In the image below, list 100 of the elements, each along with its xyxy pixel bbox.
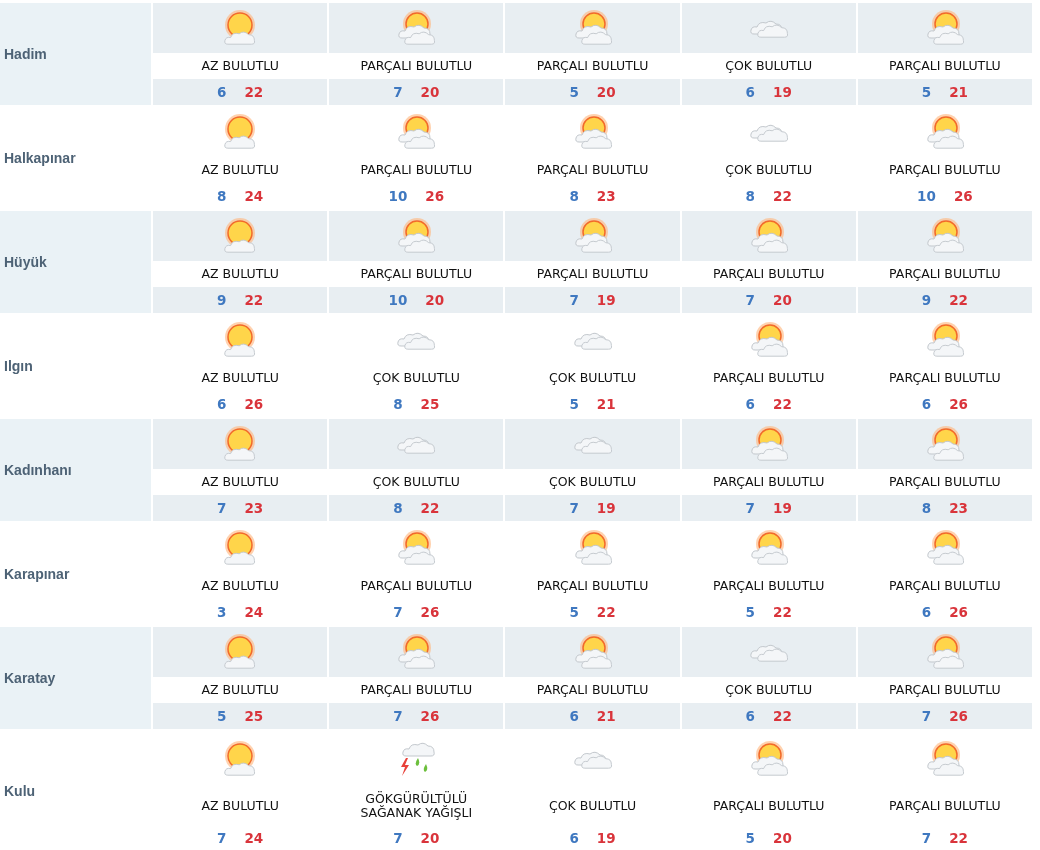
sun-cloud-icon: [924, 741, 965, 777]
high-temperature: 20: [420, 84, 440, 100]
high-temperature: 23: [596, 188, 616, 204]
low-temperature: 10: [388, 188, 408, 204]
high-temperature: 26: [420, 604, 440, 620]
weather-condition: AZ BULUTLU: [200, 163, 280, 177]
weather-condition: AZ BULUTLU: [200, 371, 280, 385]
weather-condition: PARÇALI BULUTLU: [535, 163, 650, 177]
weather-condition: PARÇALI BULUTLU: [888, 163, 1002, 177]
high-temperature: 24: [244, 188, 264, 204]
high-temperature: 21: [596, 708, 616, 724]
high-temperature: 24: [244, 830, 264, 846]
high-temperature: 19: [596, 500, 616, 516]
weather-condition: PARÇALI BULUTLU: [535, 59, 650, 73]
weather-condition: PARÇALI BULUTLU: [888, 371, 1002, 385]
low-temperature: 7: [393, 708, 403, 724]
weather-condition: PARÇALI BULUTLU: [888, 267, 1002, 281]
sun-cloud-icon: [396, 10, 437, 46]
low-temperature: 5: [217, 708, 227, 724]
high-temperature: 22: [244, 292, 264, 308]
city-name: Ilgın: [3, 358, 33, 374]
low-temperature: 7: [921, 708, 932, 724]
low-temperature: 6: [921, 396, 932, 412]
low-temperature: 6: [745, 708, 755, 724]
sun-cloud-icon: [924, 530, 965, 566]
high-temperature: 26: [949, 708, 968, 724]
high-temperature: 26: [420, 708, 440, 724]
weather-condition: AZ BULUTLU: [200, 475, 280, 489]
weather-condition: PARÇALI BULUTLU: [711, 579, 826, 593]
sun-cloud-icon: [572, 114, 613, 150]
city-name: Hüyük: [3, 254, 47, 270]
weather-condition: ÇOK BULUTLU: [724, 163, 814, 177]
low-temperature: 5: [921, 84, 932, 100]
sun-cloud-icon: [748, 322, 789, 358]
high-temperature: 21: [596, 396, 616, 412]
weather-condition: PARÇALI BULUTLU: [888, 59, 1002, 73]
weather-condition: PARÇALI BULUTLU: [711, 371, 826, 385]
low-temperature: 7: [217, 500, 227, 516]
low-temperature: 10: [388, 292, 408, 308]
low-temperature: 6: [569, 708, 579, 724]
weather-condition: PARÇALI BULUTLU: [711, 267, 826, 281]
city-name: Kulu: [3, 783, 36, 799]
weather-condition: ÇOK BULUTLU: [371, 475, 461, 489]
sun-cloud-icon: [748, 530, 789, 566]
low-temperature: 7: [569, 500, 579, 516]
weather-condition: AZ BULUTLU: [200, 683, 280, 697]
weather-condition: AZ BULUTLU: [200, 267, 280, 281]
weather-condition: PARÇALI BULUTLU: [888, 475, 1002, 489]
high-temperature: 22: [949, 830, 968, 846]
weather-condition: PARÇALI BULUTLU: [711, 799, 826, 813]
city-name: Karatay: [3, 670, 56, 686]
weather-condition: PARÇALI BULUTLU: [711, 475, 826, 489]
low-temperature: 10: [917, 188, 936, 204]
low-temperature: 7: [393, 830, 403, 846]
city-name: Hadim: [3, 46, 47, 62]
low-temperature: 6: [745, 396, 755, 412]
low-temperature: 8: [393, 396, 403, 412]
low-temperature: 7: [921, 830, 932, 846]
high-temperature: 22: [773, 604, 792, 620]
sun-cloud-icon: [748, 741, 789, 777]
low-temperature: 8: [921, 500, 932, 516]
low-temperature: 6: [745, 84, 755, 100]
high-temperature: 19: [596, 830, 616, 846]
high-temperature: 20: [773, 292, 792, 308]
weather-condition: PARÇALI BULUTLU: [535, 579, 650, 593]
low-temperature: 9: [217, 292, 227, 308]
weather-condition: PARÇALI BULUTLU: [888, 683, 1002, 697]
weather-condition: ÇOK BULUTLU: [371, 371, 461, 385]
sun-cloud-icon: [924, 426, 965, 462]
low-temperature: 5: [569, 84, 579, 100]
weather-condition: PARÇALI BULUTLU: [359, 59, 474, 73]
weather-condition: AZ BULUTLU: [200, 579, 280, 593]
low-temperature: 8: [217, 188, 227, 204]
high-temperature: 19: [773, 500, 792, 516]
weather-condition: PARÇALI BULUTLU: [359, 267, 474, 281]
high-temperature: 19: [773, 84, 792, 100]
sun-cloud-icon: [396, 114, 437, 150]
low-temperature: 8: [393, 500, 403, 516]
low-temperature: 6: [217, 396, 227, 412]
weather-condition: ÇOK BULUTLU: [547, 475, 638, 489]
low-temperature: 7: [745, 500, 755, 516]
low-temperature: 5: [745, 604, 755, 620]
weather-condition: PARÇALI BULUTLU: [359, 163, 474, 177]
low-temperature: 7: [393, 84, 403, 100]
high-temperature: 25: [244, 708, 264, 724]
weather-condition: PARÇALI BULUTLU: [888, 579, 1002, 593]
sun-cloud-icon: [572, 10, 613, 46]
high-temperature: 20: [596, 84, 616, 100]
high-temperature: 26: [425, 188, 445, 204]
high-temperature: 26: [244, 396, 264, 412]
weather-condition: AZ BULUTLU: [200, 59, 280, 73]
high-temperature: 22: [949, 292, 968, 308]
low-temperature: 3: [217, 604, 227, 620]
sun-cloud-icon: [924, 10, 965, 46]
city-name: Halkapınar: [3, 150, 76, 166]
high-temperature: 22: [420, 500, 440, 516]
weather-condition: ÇOK BULUTLU: [724, 59, 814, 73]
high-temperature: 26: [949, 396, 968, 412]
weather-condition: PARÇALI BULUTLU: [535, 267, 650, 281]
weather-condition: GÖKGÜRÜLTÜLÜ SAĞANAK YAĞIŞLI: [359, 792, 474, 820]
